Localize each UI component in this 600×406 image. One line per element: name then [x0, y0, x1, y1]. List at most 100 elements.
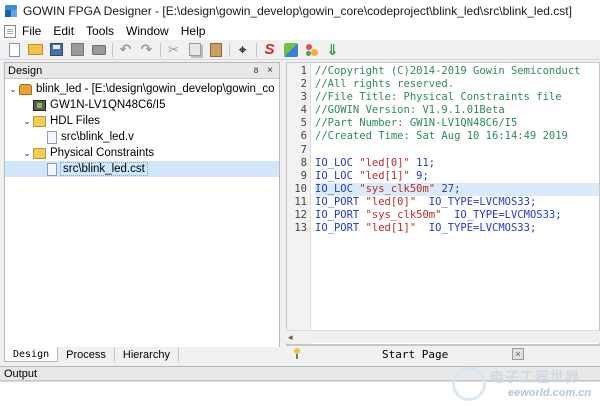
- design-panel-tabs: Design Process Hierarchy: [4, 347, 280, 363]
- code-line[interactable]: IO_PORT "led[1]" IO_TYPE=LVCMOS33;: [315, 222, 599, 235]
- tree-item-label: HDL Files: [50, 115, 101, 127]
- menu-help[interactable]: Help: [179, 24, 208, 38]
- project-icon: [19, 83, 32, 95]
- code-line[interactable]: //All rights reserved.: [315, 78, 599, 91]
- code-line[interactable]: IO_LOC "led[1]" 9;: [315, 169, 599, 183]
- watermark-url: eeworld.com.cn: [508, 387, 592, 399]
- redo-icon: ↷: [140, 41, 153, 57]
- tab-start-page[interactable]: Start Page: [382, 348, 448, 361]
- code-editor[interactable]: 1 2 3 4 5 6 7 8 9 10 11 12 13 //Copyright (C)2014-20…: [286, 62, 600, 345]
- tab-process[interactable]: Process: [58, 347, 115, 362]
- place-route-button[interactable]: [282, 41, 299, 58]
- save-all-button[interactable]: [69, 41, 86, 58]
- toolbar-separator: [229, 42, 230, 57]
- line-number: 8: [300, 156, 307, 169]
- watermark-brand: 电子工程世界: [490, 370, 580, 386]
- line-number-gutter: 1 2 3 4 5 6 7 8 9 10 11 12 13: [287, 63, 311, 344]
- tree-item[interactable]: ⌄ Physical Constraints: [5, 145, 279, 161]
- code-token: IO_LOC: [315, 182, 360, 195]
- menu-bar: File Edit Tools Window Help: [0, 22, 600, 40]
- line-number: 1: [300, 65, 307, 77]
- copy-button[interactable]: [186, 41, 203, 58]
- menu-file[interactable]: File: [20, 24, 43, 38]
- code-token: IO_PORT: [315, 209, 366, 222]
- code-token: "sys_clk50m": [365, 209, 442, 222]
- tree-item[interactable]: GW1N-LV1QN48C6/I5: [5, 97, 279, 113]
- open-button[interactable]: [27, 41, 44, 58]
- tab-design[interactable]: Design: [4, 347, 59, 362]
- code-line[interactable]: IO_PORT "led[0]" IO_TYPE=LVCMOS33;: [315, 196, 599, 209]
- code-token: IO_LOC: [315, 169, 360, 182]
- gowin-app-icon: [4, 4, 18, 18]
- code-token: //File Title: Physical Constraints file: [315, 91, 562, 104]
- cut-button[interactable]: ✂: [165, 41, 182, 58]
- code-token: //Copyright (C)2014-2019 Gowin Semicondu…: [315, 65, 581, 77]
- tree-item[interactable]: ⌄ blink_led - [E:\design\gowin_develop\go…: [5, 81, 279, 97]
- code-line[interactable]: [315, 144, 599, 157]
- toolbar-separator: [112, 42, 113, 57]
- pin-icon[interactable]: [292, 348, 302, 360]
- find-button[interactable]: ⌖: [234, 41, 251, 58]
- redo-button[interactable]: ↷: [138, 41, 155, 58]
- float-panel-icon[interactable]: ᴕ: [250, 64, 262, 77]
- place-route-icon: [283, 42, 298, 57]
- undo-button[interactable]: ↶: [117, 41, 134, 58]
- main-toolbar: ↶ ↷ ✂ ⌖ S ⇓: [0, 40, 600, 60]
- tree-item[interactable]: src\blink_led.cst: [5, 161, 279, 177]
- code-token: IO_PORT: [315, 222, 366, 235]
- print-icon: [91, 44, 106, 55]
- chevron-down-icon[interactable]: ⌄: [7, 84, 19, 95]
- tree-item[interactable]: ⌄ HDL Files: [5, 113, 279, 129]
- code-line[interactable]: IO_LOC "sys_clk50m" 27;: [315, 182, 599, 196]
- code-line[interactable]: IO_LOC "led[0]" 11;: [315, 156, 599, 170]
- code-area[interactable]: //Copyright (C)2014-2019 Gowin Semicondu…: [315, 63, 599, 344]
- code-token: //All rights reserved.: [315, 78, 455, 91]
- code-line[interactable]: //Copyright (C)2014-2019 Gowin Semicondu…: [315, 65, 599, 78]
- download-button[interactable]: ⇓: [324, 41, 341, 59]
- folder-icon: [33, 147, 46, 159]
- code-token: IO_LOC: [315, 156, 360, 169]
- program-device-button[interactable]: [303, 41, 320, 58]
- find-icon: ⌖: [238, 41, 247, 57]
- line-number: 2: [300, 78, 307, 91]
- chevron-down-icon[interactable]: ⌄: [21, 116, 33, 127]
- new-file-button[interactable]: [6, 41, 23, 58]
- chip-icon: [33, 99, 46, 111]
- menu-tools[interactable]: Tools: [84, 24, 116, 38]
- close-panel-icon[interactable]: ×: [264, 64, 276, 77]
- synthesize-button[interactable]: S: [261, 41, 278, 58]
- code-token: "led[0]": [359, 156, 410, 169]
- menu-edit[interactable]: Edit: [51, 24, 76, 38]
- code-line[interactable]: //Part Number: GW1N-LV1QN48C6/I5: [315, 117, 599, 130]
- close-tab-icon[interactable]: ×: [512, 348, 524, 360]
- paste-button[interactable]: [207, 41, 224, 58]
- design-panel-header: Design ᴕ ×: [5, 63, 279, 79]
- design-panel: Design ᴕ × ⌄ blink_led - [E:\design\gowin…: [4, 62, 280, 362]
- editor-tab-bar: Start Page ×: [286, 345, 600, 362]
- code-token: 9;: [409, 169, 429, 182]
- menu-window[interactable]: Window: [124, 24, 171, 38]
- code-line[interactable]: //Created Time: Sat Aug 10 16:14:49 2019: [315, 130, 599, 143]
- line-number: 4: [300, 104, 307, 117]
- editor-horizontal-scrollbar[interactable]: ◂: [286, 330, 600, 343]
- code-line[interactable]: //File Title: Physical Constraints file: [315, 91, 599, 104]
- document-icon[interactable]: [4, 24, 16, 38]
- tree-item[interactable]: src\blink_led.v: [5, 129, 279, 145]
- synthesize-icon: S: [264, 41, 275, 58]
- code-token: IO_TYPE=LVCMOS33;: [441, 209, 562, 222]
- code-line[interactable]: //GOWIN Version: V1.9.1.01Beta: [315, 104, 599, 117]
- print-button[interactable]: [90, 41, 107, 58]
- toolbar-separator: [256, 42, 257, 57]
- line-number: 9: [300, 169, 307, 182]
- line-number: 7: [300, 143, 307, 156]
- chevron-down-icon[interactable]: ⌄: [21, 148, 33, 159]
- download-icon: ⇓: [326, 41, 339, 59]
- save-all-icon: [71, 43, 84, 56]
- code-token: 11;: [409, 156, 436, 169]
- save-button[interactable]: [48, 41, 65, 58]
- project-tree: ⌄ blink_led - [E:\design\gowin_develop\go…: [5, 79, 279, 177]
- code-line[interactable]: IO_PORT "sys_clk50m" IO_TYPE=LVCMOS33;: [315, 209, 599, 222]
- tab-hierarchy[interactable]: Hierarchy: [115, 347, 179, 362]
- scroll-left-icon[interactable]: ◂: [288, 332, 293, 343]
- output-panel-title: Output: [4, 368, 38, 380]
